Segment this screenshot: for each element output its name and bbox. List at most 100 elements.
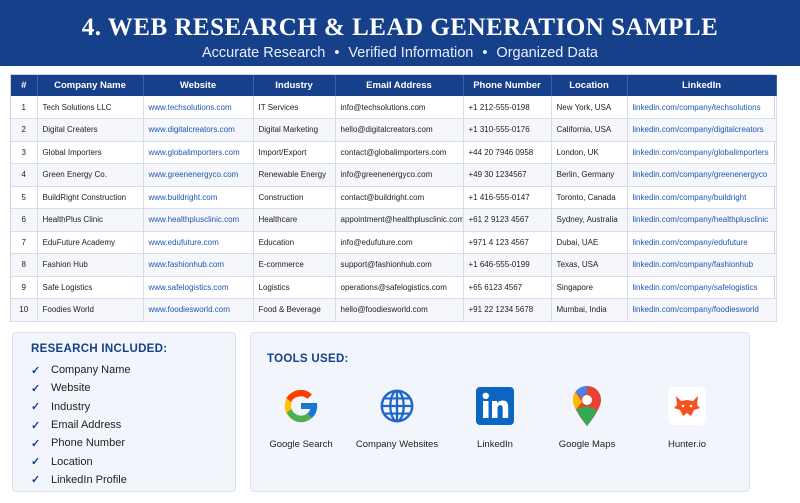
table-cell: Toronto, Canada [551, 186, 628, 209]
table-cell: support@fashionhub.com [335, 253, 464, 277]
list-item: ✓ Phone Number [31, 434, 235, 452]
table-row: 7 EduFuture Academy www.edufuture.com Educa… [11, 231, 777, 254]
tool-label: LinkedIn [477, 439, 513, 450]
table-cell: Digital Creaters [37, 118, 144, 142]
table-cell[interactable]: www.safelogistics.com [143, 276, 254, 299]
table-cell: hello@foodiesworld.com [335, 298, 464, 322]
column-header: Company Name [37, 75, 144, 96]
tools-used-panel: TOOLS USED: Google Search Company Websit… [250, 332, 750, 492]
table-cell: Renewable Energy [253, 163, 336, 187]
research-title: RESEARCH INCLUDED: [31, 343, 168, 355]
table-cell[interactable]: www.healthplusclinic.com [143, 208, 254, 232]
checkmark-icon: ✓ [31, 419, 41, 432]
table-cell[interactable]: linkedin.com/company/globalimporters [627, 141, 777, 164]
column-header: Location [551, 75, 628, 96]
table-cell: +44 20 7946 0958 [463, 141, 552, 164]
table-cell: +1 212-555-0198 [463, 96, 552, 119]
table-body: 1 Tech Solutions LLC www.techsolutions.com… [11, 96, 777, 322]
table-cell[interactable]: linkedin.com/company/foodiesworld [627, 298, 777, 322]
column-header: # [11, 75, 38, 96]
table-cell[interactable]: linkedin.com/company/digitalcreators [627, 118, 777, 142]
list-item-label: LinkedIn Profile [51, 473, 127, 486]
tools-title: TOOLS USED: [267, 353, 349, 365]
table-cell[interactable]: www.foodiesworld.com [143, 298, 254, 322]
column-header: Phone Number [463, 75, 552, 96]
table-cell: Logistics [253, 276, 336, 299]
table-cell: 10 [11, 298, 38, 322]
tool-google-maps: Google Maps [537, 385, 637, 450]
table-cell: Education [253, 231, 336, 254]
list-item: ✓ Email Address [31, 416, 235, 434]
table-cell: Food & Beverage [253, 298, 336, 322]
table-cell: +1 310-555-0176 [463, 118, 552, 142]
table-cell[interactable]: linkedin.com/company/fashionhub [627, 253, 777, 277]
google-icon [280, 385, 322, 427]
table-cell: New York, USA [551, 96, 628, 119]
table-cell: +49 30 1234567 [463, 163, 552, 187]
table-cell: +1 416-555-0147 [463, 186, 552, 209]
table-cell: Digital Marketing [253, 118, 336, 142]
table-cell[interactable]: linkedin.com/company/edufuture [627, 231, 777, 254]
subtitle-separator: • [334, 45, 340, 61]
table-cell: info@greenenergyco.com [335, 163, 464, 187]
table-cell[interactable]: linkedin.com/company/buildright [627, 186, 777, 209]
checkmark-icon: ✓ [31, 474, 41, 487]
table-cell: info@techsolutions.com [335, 96, 464, 119]
table-cell[interactable]: www.edufuture.com [143, 231, 254, 254]
table-cell[interactable]: www.buildright.com [143, 186, 254, 209]
list-item-label: Website [51, 382, 91, 395]
list-item-label: Industry [51, 400, 91, 413]
table-cell: Fashion Hub [37, 253, 144, 277]
linkedin-icon [474, 385, 516, 427]
table-cell: +65 6123 4567 [463, 276, 552, 299]
column-header: LinkedIn [627, 75, 777, 96]
table-cell[interactable]: www.greenenergyco.com [143, 163, 254, 187]
table-cell: +91 22 1234 5678 [463, 298, 552, 322]
table-cell[interactable]: linkedin.com/company/techsolutions [627, 96, 777, 119]
table-cell: hello@digitalcreators.com [335, 118, 464, 142]
table-cell[interactable]: www.techsolutions.com [143, 96, 254, 119]
table-cell: Safe Logistics [37, 276, 144, 299]
list-item: ✓ Location [31, 452, 235, 470]
page-title: 4. WEB RESEARCH & LEAD GENERATION SAMPLE [81, 14, 719, 41]
table-cell[interactable]: www.fashionhub.com [143, 253, 254, 277]
tool-google-search: Google Search [251, 385, 351, 450]
list-item-label: Location [51, 455, 93, 468]
checkmark-icon: ✓ [31, 382, 41, 395]
list-item-label: Email Address [51, 419, 122, 432]
table-cell: operations@safelogistics.com [335, 276, 464, 299]
table-cell: Construction [253, 186, 336, 209]
table-row: 1 Tech Solutions LLC www.techsolutions.com… [11, 96, 777, 119]
table-row: 3 Global Importers www.globalimporters.com… [11, 141, 777, 164]
table-cell: appointment@healthplusclinic.com [335, 208, 464, 232]
table-cell[interactable]: www.globalimporters.com [143, 141, 254, 164]
subtitle-part: Verified Information [348, 45, 474, 61]
table-cell[interactable]: www.digitalcreators.com [143, 118, 254, 142]
table-cell: Berlin, Germany [551, 163, 628, 187]
table-cell: BuildRight Construction [37, 186, 144, 209]
table-cell: 8 [11, 253, 38, 277]
table-cell[interactable]: linkedin.com/company/safelogistics [627, 276, 777, 299]
table-cell: Mumbai, India [551, 298, 628, 322]
table-cell: 9 [11, 276, 38, 299]
table-cell: Foodies World [37, 298, 144, 322]
table-cell: Tech Solutions LLC [37, 96, 144, 119]
table-cell[interactable]: linkedin.com/company/greenenergyco [627, 163, 777, 187]
list-item: ✓ LinkedIn Profile [31, 471, 235, 489]
list-item-label: Company Name [51, 364, 131, 377]
table-cell: +1 646-555-0199 [463, 253, 552, 277]
lead-table-container: # Company Name Website Industry Email Ad… [10, 74, 777, 322]
table-cell: IT Services [253, 96, 336, 119]
list-item: ✓ Industry [31, 398, 235, 416]
table-row: 8 Fashion Hub www.fashionhub.com E-commerce… [11, 253, 777, 277]
table-cell: Sydney, Australia [551, 208, 628, 232]
research-list: ✓ Company Name ✓ Website ✓ Industry ✓ Email … [13, 355, 235, 489]
globe-icon [376, 385, 418, 427]
hunter-fox-icon [666, 385, 708, 427]
page-subtitle: Accurate Research • Verified Information • O… [0, 43, 800, 63]
table-cell[interactable]: linkedin.com/company/healthplusclinic [627, 208, 777, 232]
table-row: 5 BuildRight Construction www.buildright.c… [11, 186, 777, 209]
table-cell: 6 [11, 208, 38, 232]
table-row: 2 Digital Creaters www.digitalcreators.com… [11, 118, 777, 142]
table-cell: contact@globalimporters.com [335, 141, 464, 164]
